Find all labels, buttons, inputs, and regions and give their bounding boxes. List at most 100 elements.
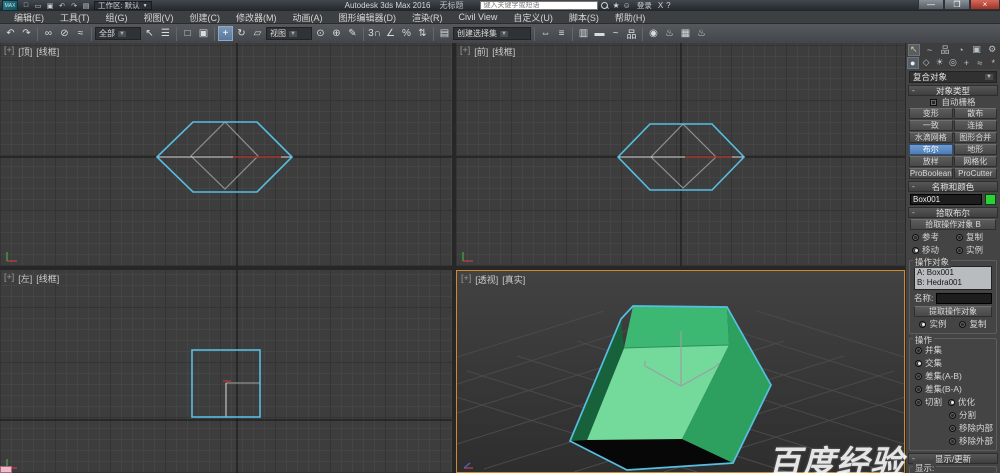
- open-file-icon[interactable]: ▭: [33, 1, 43, 10]
- viewport-shading[interactable]: [线框]: [492, 45, 515, 58]
- menu-help[interactable]: 帮助(H): [607, 11, 654, 24]
- reference-coordinate-dropdown[interactable]: 视图 ▼: [266, 27, 312, 40]
- radio-intersection[interactable]: 交集: [915, 357, 942, 369]
- menu-group[interactable]: 组(G): [98, 11, 136, 24]
- menu-rendering[interactable]: 渲染(R): [404, 11, 451, 24]
- category-shapes-icon[interactable]: ◇: [920, 57, 932, 69]
- button-morph[interactable]: 变形: [909, 108, 953, 119]
- extract-operand-button[interactable]: 提取操作对象: [914, 306, 992, 317]
- render-setup-icon[interactable]: ♨: [662, 26, 677, 41]
- button-loft[interactable]: 放样: [909, 156, 953, 167]
- viewport-name[interactable]: [透视]: [475, 273, 498, 286]
- menu-civil-view[interactable]: Civil View: [451, 12, 506, 22]
- menu-animation[interactable]: 动画(A): [285, 11, 331, 24]
- graphite-ribbon-icon[interactable]: ▬: [592, 26, 607, 41]
- viewport-menu-plus[interactable]: [+]: [461, 273, 471, 286]
- material-editor-icon[interactable]: ◉: [646, 26, 661, 41]
- autogrid-checkbox[interactable]: [930, 99, 937, 106]
- render-production-icon[interactable]: ♨: [694, 26, 709, 41]
- geometry-category-dropdown[interactable]: 复合对象 ▼: [909, 71, 997, 83]
- radio-cut-split[interactable]: 分割: [949, 409, 976, 421]
- select-and-scale-icon[interactable]: ▱: [250, 26, 265, 41]
- project-folder-icon[interactable]: ▤: [81, 1, 91, 10]
- application-menu-button[interactable]: MAX: [2, 0, 18, 11]
- button-boolean[interactable]: 布尔: [909, 144, 953, 155]
- selection-region-icon[interactable]: □: [180, 26, 195, 41]
- search-icon[interactable]: [601, 2, 609, 10]
- boolean-result-object[interactable]: [570, 306, 771, 470]
- menu-scripting[interactable]: 脚本(S): [561, 11, 607, 24]
- keyboard-override-icon[interactable]: ✎: [345, 26, 360, 41]
- select-and-rotate-icon[interactable]: ↻: [234, 26, 249, 41]
- use-pivot-center-icon[interactable]: ⊙: [313, 26, 328, 41]
- tab-modify-icon[interactable]: ~: [923, 44, 935, 56]
- select-and-manipulate-icon[interactable]: ⊕: [329, 26, 344, 41]
- select-object-icon[interactable]: ↖: [142, 26, 157, 41]
- window-crossing-icon[interactable]: ▣: [196, 26, 211, 41]
- category-helpers-icon[interactable]: +: [960, 57, 972, 69]
- menu-customize[interactable]: 自定义(U): [505, 11, 561, 24]
- category-lights-icon[interactable]: ☀: [934, 57, 946, 69]
- operands-list[interactable]: A: Box001 B: Hedra001: [914, 266, 992, 290]
- button-mesher[interactable]: 网格化: [954, 156, 998, 167]
- viewport-front[interactable]: [+] [前] [线框]: [456, 43, 905, 266]
- minimize-button[interactable]: —: [918, 0, 944, 10]
- layer-manager-icon[interactable]: ▥: [576, 26, 591, 41]
- favorites-icon[interactable]: ★: [612, 1, 619, 10]
- user-icon[interactable]: ☺: [623, 1, 631, 10]
- search-input[interactable]: [480, 1, 598, 10]
- mirror-icon[interactable]: ⇔: [538, 26, 553, 41]
- angle-snap-icon[interactable]: ∠: [383, 26, 398, 41]
- button-conform[interactable]: 一致: [909, 120, 953, 131]
- viewport-name[interactable]: [左]: [18, 272, 32, 285]
- help-icon[interactable]: ?: [666, 1, 670, 10]
- radio-copy[interactable]: 复制: [956, 231, 983, 243]
- undo-icon[interactable]: ↶: [3, 26, 18, 41]
- rollout-pick-boolean[interactable]: - 拾取布尔: [908, 207, 998, 218]
- align-icon[interactable]: ≡: [554, 26, 569, 41]
- viewport-shading[interactable]: [真实]: [502, 273, 525, 286]
- category-systems-icon[interactable]: *: [987, 57, 999, 69]
- radio-instance[interactable]: 实例: [956, 244, 983, 256]
- viewport-name[interactable]: [前]: [474, 45, 488, 58]
- operand-a[interactable]: A: Box001: [917, 268, 989, 278]
- redo-icon[interactable]: ↷: [69, 1, 79, 10]
- radio-cut-remove-outside[interactable]: 移除外部: [949, 435, 993, 447]
- menu-views[interactable]: 视图(V): [136, 11, 182, 24]
- viewport-shading[interactable]: [线框]: [36, 45, 59, 58]
- object-name-field[interactable]: [910, 194, 982, 205]
- radio-cut-remove-inside[interactable]: 移除内部: [949, 422, 993, 434]
- viewport-shading[interactable]: [线框]: [36, 272, 59, 285]
- button-connect[interactable]: 连接: [954, 120, 998, 131]
- select-by-name-icon[interactable]: ☰: [158, 26, 173, 41]
- button-procutter[interactable]: ProCutter: [954, 168, 998, 179]
- radio-cut[interactable]: 切割: [915, 396, 942, 408]
- exchange-icon[interactable]: X: [658, 1, 663, 10]
- button-shapemerge[interactable]: 图形合并: [954, 132, 998, 143]
- bind-to-space-warp-icon[interactable]: ≈: [73, 26, 88, 41]
- tab-display-icon[interactable]: ▣: [970, 44, 982, 56]
- tab-hierarchy-icon[interactable]: 品: [939, 44, 951, 56]
- viewport-menu-plus[interactable]: [+]: [460, 45, 470, 58]
- category-cameras-icon[interactable]: ◎: [947, 57, 959, 69]
- button-blobmesh[interactable]: 水滴网格: [909, 132, 953, 143]
- curve-editor-icon[interactable]: ~: [608, 26, 623, 41]
- snap-toggle-icon[interactable]: 3∩: [367, 26, 382, 41]
- close-button[interactable]: ×: [970, 0, 1000, 10]
- operand-name-field[interactable]: [936, 293, 992, 304]
- new-scene-icon[interactable]: □: [21, 1, 31, 10]
- radio-cut-refine[interactable]: 优化: [948, 396, 975, 408]
- unlink-selection-icon[interactable]: ⊘: [57, 26, 72, 41]
- radio-extract-copy[interactable]: 复制: [959, 318, 986, 330]
- category-geometry-icon[interactable]: ●: [907, 57, 919, 69]
- operand-b[interactable]: B: Hedra001: [917, 278, 989, 288]
- menu-modifiers[interactable]: 修改器(M): [228, 11, 285, 24]
- rollout-name-color[interactable]: - 名称和颜色: [908, 181, 998, 192]
- radio-reference[interactable]: 参考: [912, 231, 954, 243]
- maximize-button[interactable]: ❒: [944, 0, 970, 10]
- spinner-snap-icon[interactable]: ⇅: [415, 26, 430, 41]
- sign-in-label[interactable]: 登录: [637, 0, 652, 11]
- viewport-left[interactable]: [+] [左] [线框]: [0, 270, 452, 473]
- button-terrain[interactable]: 地形: [954, 144, 998, 155]
- viewport-top[interactable]: [+] [顶] [线框]: [0, 43, 452, 266]
